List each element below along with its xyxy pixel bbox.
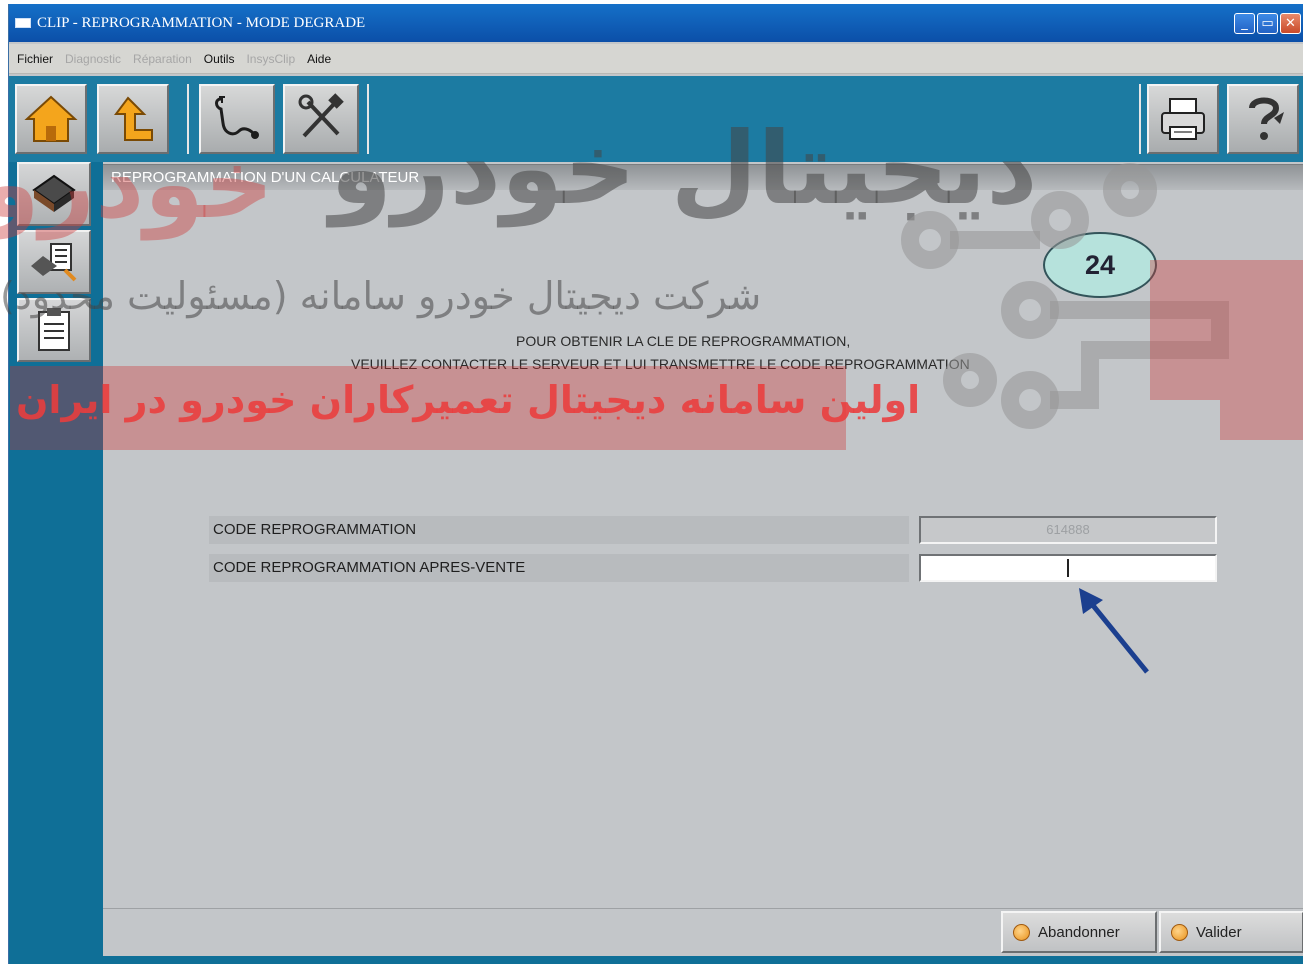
restore-button[interactable]: ▭ — [1257, 13, 1278, 34]
valider-label: Valider — [1196, 923, 1242, 941]
section-title: REPROGRAMMATION D'UN CALCULATEUR — [103, 164, 1303, 190]
printer-icon — [1161, 98, 1205, 140]
main-panel: REPROGRAMMATION D'UN CALCULATEUR 24 POUR… — [103, 162, 1303, 956]
status-led-icon — [1171, 923, 1188, 941]
up-level-button[interactable] — [97, 84, 169, 154]
title-bar: CLIP - REPROGRAMMATION - MODE DEGRADE _ … — [9, 4, 1303, 42]
home-button[interactable] — [15, 84, 87, 154]
clipboard-button[interactable] — [17, 298, 91, 362]
toolbar-divider — [187, 84, 189, 154]
tools-button[interactable] — [283, 84, 359, 154]
step-badge: 24 — [1043, 232, 1157, 298]
vehicle-ecu-icon — [32, 174, 76, 212]
bottom-strip — [9, 956, 1303, 964]
close-button[interactable]: ✕ — [1280, 13, 1301, 34]
tools-icon — [298, 93, 344, 138]
menu-reparation: Réparation — [133, 51, 192, 66]
clip-window: CLIP - REPROGRAMMATION - MODE DEGRADE _ … — [8, 4, 1303, 964]
footer-bar: Abandonner Valider — [103, 908, 1303, 956]
help-button[interactable] — [1227, 84, 1299, 154]
window-controls: _ ▭ ✕ — [1234, 13, 1301, 34]
toolbar — [9, 76, 1303, 162]
code-reprogrammation-field: 614888 — [919, 516, 1217, 544]
menu-fichier[interactable]: Fichier — [17, 52, 53, 66]
up-level-icon — [114, 96, 153, 141]
diagnostic-button[interactable] — [199, 84, 275, 154]
menu-aide[interactable]: Aide — [307, 52, 331, 66]
abandonner-button[interactable]: Abandonner — [1001, 911, 1157, 953]
toolbar-divider — [367, 84, 369, 154]
code-apres-vente-label: CODE REPROGRAMMATION APRES-VENTE — [209, 554, 909, 582]
instruction-line-2: VEUILLEZ CONTACTER LE SERVEUR ET LUI TRA… — [351, 356, 970, 372]
code-apres-vente-input[interactable] — [919, 554, 1217, 582]
menu-insysclip: InsysClip — [246, 51, 296, 66]
status-led-icon — [1013, 923, 1030, 941]
ecu-list-button[interactable] — [17, 230, 91, 294]
window-title: CLIP - REPROGRAMMATION - MODE DEGRADE — [37, 14, 366, 31]
text-caret — [1067, 559, 1069, 577]
app-icon — [15, 18, 31, 28]
vehicle-ecu-button[interactable] — [17, 162, 91, 226]
ecu-list-icon — [31, 243, 77, 282]
menu-outils[interactable]: Outils — [204, 52, 235, 66]
abandonner-label: Abandonner — [1038, 923, 1120, 941]
pointer-arrow-icon — [1079, 588, 1149, 674]
clipboard-icon — [38, 308, 70, 351]
sidebar — [9, 162, 103, 956]
home-icon — [24, 95, 78, 142]
valider-button[interactable]: Valider — [1159, 911, 1303, 953]
diagnostic-probe-icon — [215, 96, 259, 139]
minimize-button[interactable]: _ — [1234, 13, 1255, 34]
help-icon — [1249, 97, 1284, 140]
menu-diagnostic: Diagnostic — [65, 51, 122, 66]
toolbar-divider — [1139, 84, 1141, 154]
instruction-line-1: POUR OBTENIR LA CLE DE REPROGRAMMATION, — [516, 333, 851, 349]
menu-bar: Fichier Diagnostic Réparation Outils Ins… — [9, 44, 1303, 74]
code-reprogrammation-label: CODE REPROGRAMMATION — [209, 516, 909, 544]
print-button[interactable] — [1147, 84, 1219, 154]
